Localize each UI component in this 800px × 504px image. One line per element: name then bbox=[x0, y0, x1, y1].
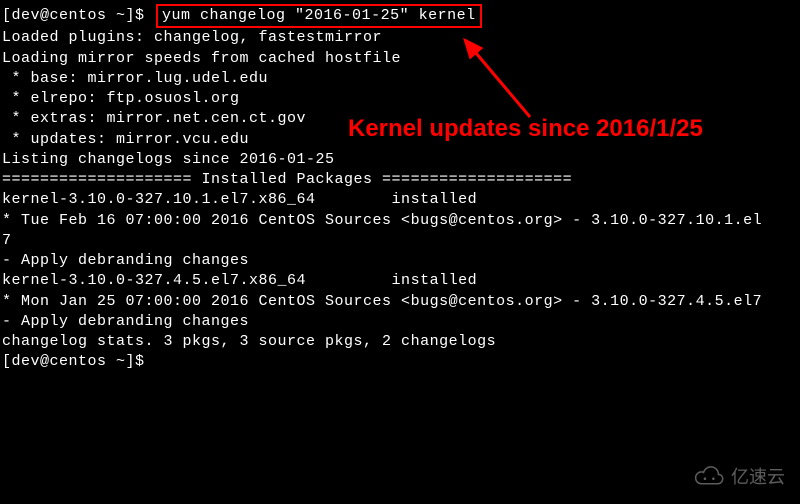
annotation-text: Kernel updates since 2016/1/25 bbox=[348, 113, 703, 145]
terminal-line-prompt: [dev@centos ~]$ yum changelog "2016-01-2… bbox=[2, 4, 798, 28]
terminal-output: changelog stats. 3 pkgs, 3 source pkgs, … bbox=[2, 332, 798, 352]
terminal-output: 7 bbox=[2, 231, 798, 251]
terminal-output: kernel-3.10.0-327.10.1.el7.x86_64 instal… bbox=[2, 190, 798, 210]
terminal-output: Loading mirror speeds from cached hostfi… bbox=[2, 49, 798, 69]
shell-prompt: [dev@centos ~]$ bbox=[2, 7, 154, 24]
terminal-output: * Tue Feb 16 07:00:00 2016 CentOS Source… bbox=[2, 211, 798, 231]
cloud-icon bbox=[693, 466, 727, 488]
highlighted-command: yum changelog "2016-01-25" kernel bbox=[156, 4, 482, 28]
terminal-output: kernel-3.10.0-327.4.5.el7.x86_64 install… bbox=[2, 271, 798, 291]
terminal-output: Listing changelogs since 2016-01-25 bbox=[2, 150, 798, 170]
terminal-output: Loaded plugins: changelog, fastestmirror bbox=[2, 28, 798, 48]
terminal-output: * base: mirror.lug.udel.edu bbox=[2, 69, 798, 89]
watermark-text: 亿速云 bbox=[731, 465, 785, 489]
watermark: 亿速云 bbox=[693, 465, 785, 489]
terminal-output: - Apply debranding changes bbox=[2, 312, 798, 332]
terminal-line-prompt[interactable]: [dev@centos ~]$ bbox=[2, 352, 798, 372]
terminal-output: - Apply debranding changes bbox=[2, 251, 798, 271]
terminal-output: ==================== Installed Packages … bbox=[2, 170, 798, 190]
terminal-output: * elrepo: ftp.osuosl.org bbox=[2, 89, 798, 109]
terminal-output: * Mon Jan 25 07:00:00 2016 CentOS Source… bbox=[2, 292, 798, 312]
